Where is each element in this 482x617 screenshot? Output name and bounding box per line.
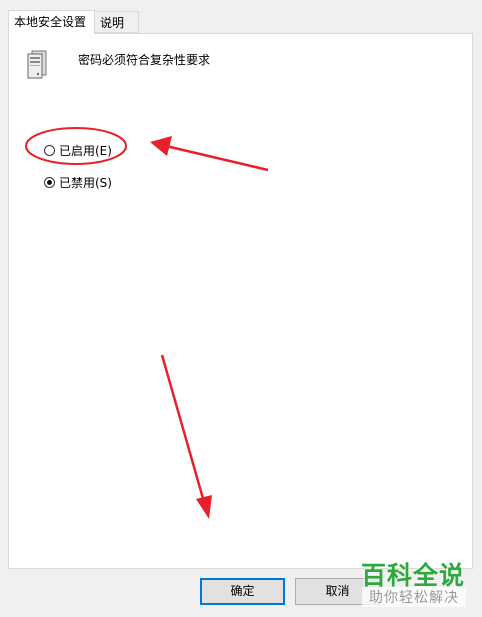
- enabled-radio-option[interactable]: 已启用(E): [44, 142, 112, 158]
- tab-local-security-setting[interactable]: 本地安全设置: [8, 10, 95, 34]
- enabled-radio[interactable]: [44, 144, 55, 156]
- disabled-radio-label: 已禁用(S): [59, 175, 112, 190]
- server-policy-icon: [27, 50, 47, 79]
- settings-panel: [8, 33, 473, 569]
- disabled-radio[interactable]: [44, 176, 55, 188]
- tab-explain[interactable]: 说明: [95, 11, 139, 33]
- enabled-radio-label: 已启用(E): [59, 143, 112, 158]
- disabled-radio-option[interactable]: 已禁用(S): [44, 174, 112, 190]
- ok-button[interactable]: 确定: [200, 578, 285, 605]
- policy-title: 密码必须符合复杂性要求: [78, 53, 211, 67]
- cancel-button[interactable]: 取消: [295, 578, 380, 605]
